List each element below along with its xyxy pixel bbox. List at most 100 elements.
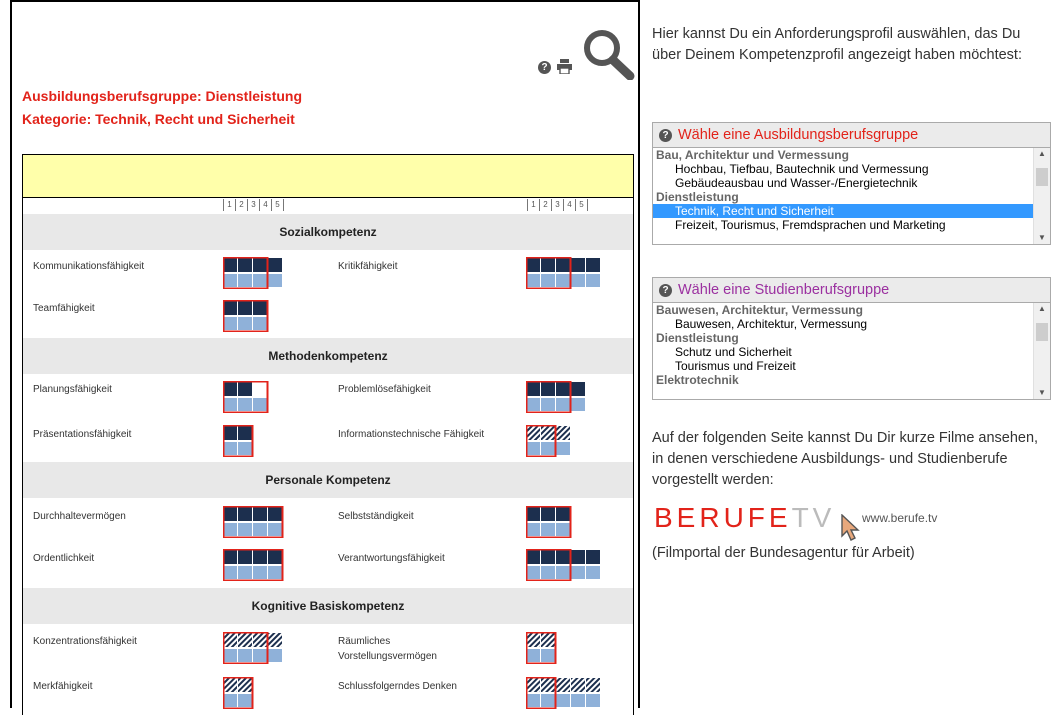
listbox-option[interactable]: Hochbau, Tiefbau, Bautechnik und Vermess…	[653, 162, 1050, 176]
competence-level-cell	[586, 550, 600, 564]
reference-level-cell	[541, 274, 555, 287]
berufe-tv-link[interactable]: www.berufe.tv	[862, 511, 937, 525]
competence-level-cell	[268, 550, 282, 564]
competence-level-cell	[253, 507, 267, 521]
scale-mark: 3	[247, 199, 259, 211]
reference-level-cell	[541, 649, 555, 662]
studium-listbox[interactable]: Bauwesen, Architektur, Vermessung Bauwese…	[653, 303, 1050, 399]
competence-bar	[223, 677, 254, 709]
competence-level-cell	[526, 507, 540, 521]
section-sozialkompetenz: Sozialkompetenz	[23, 214, 633, 250]
section-personale-kompetenz: Personale Kompetenz	[23, 462, 633, 498]
competence-level-cell	[571, 382, 585, 396]
reference-level-cell	[541, 398, 555, 411]
reference-level-cell	[238, 694, 252, 707]
cursor-icon	[841, 514, 860, 541]
reference-level-cell	[223, 649, 237, 662]
reference-level-cell	[253, 649, 267, 662]
print-icon[interactable]	[557, 59, 572, 74]
competence-level-cell	[541, 550, 555, 564]
search-icon[interactable]	[580, 28, 636, 80]
scale-mark: 3	[551, 199, 563, 211]
listbox-scrollbar[interactable]: ▲ ▼	[1033, 148, 1050, 244]
competence-level-cell	[526, 678, 540, 692]
competence-profile: 12345 12345 Sozialkompetenz Kommunikatio…	[22, 154, 634, 715]
listbox-group: Bau, Architektur und Vermessung	[656, 148, 849, 162]
help-icon[interactable]: ?	[659, 283, 672, 297]
competence-level-cell	[253, 633, 267, 647]
section-kognitive-basiskompetenz: Kognitive Basiskompetenz	[23, 588, 633, 624]
scale-mark: 5	[271, 199, 284, 211]
competence-level-cell	[268, 507, 282, 521]
competence-level-cell	[541, 426, 555, 440]
reference-level-cell	[238, 317, 252, 330]
ausbildung-listbox[interactable]: Bau, Architektur und Vermessung Hochbau, …	[653, 148, 1050, 244]
studium-select-header: ? Wähle eine Studienberufsgruppe	[653, 278, 1050, 303]
reference-level-cell	[238, 566, 252, 579]
competence-level-cell	[253, 550, 267, 564]
reference-level-cell	[541, 566, 555, 579]
competence-level-cell	[238, 426, 252, 440]
competence-label: Konzentrationsfähigkeit	[33, 636, 137, 647]
competence-level-cell	[556, 507, 570, 521]
competence-level-cell	[571, 678, 585, 692]
competence-level-cell	[526, 550, 540, 564]
ausbildung-select-box: ? Wähle eine Ausbildungsberufsgruppe Bau…	[652, 122, 1051, 245]
intro-text: Hier kannst Du ein Anforderungsprofil au…	[652, 26, 1022, 63]
ausbildung-select-header: ? Wähle eine Ausbildungsberufsgruppe	[653, 123, 1050, 148]
scroll-thumb[interactable]	[1036, 168, 1048, 186]
reference-level-cell	[556, 274, 570, 287]
competence-level-cell	[223, 426, 237, 440]
scale-mark: 4	[563, 199, 575, 211]
reference-level-cell	[556, 442, 570, 455]
competence-label: Präsentationsfähigkeit	[33, 429, 132, 440]
reference-level-cell	[253, 566, 267, 579]
listbox-group: Dienstleistung	[656, 331, 739, 345]
help-icon[interactable]: ?	[659, 128, 672, 142]
competence-level-cell	[238, 382, 252, 396]
competence-level-cell	[526, 426, 540, 440]
listbox-option[interactable]: Technik, Recht und Sicherheit	[653, 204, 1050, 218]
listbox-option[interactable]: Tourismus und Freizeit	[653, 359, 1050, 373]
competence-level-cell	[556, 550, 570, 564]
profile-header-bar	[23, 155, 633, 198]
help-icon[interactable]: ?	[538, 61, 551, 74]
reference-level-cell	[556, 694, 570, 707]
listbox-option[interactable]: Schutz und Sicherheit	[653, 345, 1050, 359]
competence-label: Verantwortungsfähigkeit	[338, 553, 445, 564]
competence-level-cell	[223, 550, 237, 564]
competence-bar	[526, 506, 572, 538]
listbox-option[interactable]: Gebäudeausbau und Wasser-/Energietechnik	[653, 176, 1050, 190]
reference-level-cell	[556, 523, 570, 536]
competence-level-cell	[223, 382, 237, 396]
competence-level-cell	[238, 258, 252, 272]
reference-level-cell	[223, 694, 237, 707]
berufe-tv-logo[interactable]: BERUFETV	[654, 502, 835, 534]
scroll-up-icon[interactable]: ▲	[1034, 303, 1050, 315]
competence-level-cell	[268, 258, 282, 272]
listbox-scrollbar[interactable]: ▲ ▼	[1033, 303, 1050, 399]
reference-level-cell	[526, 442, 540, 455]
scroll-down-icon[interactable]: ▼	[1034, 387, 1050, 399]
scale-mark: 5	[575, 199, 588, 211]
competence-level-cell	[526, 382, 540, 396]
competence-level-cell	[556, 678, 570, 692]
reference-level-cell	[526, 523, 540, 536]
competence-level-cell	[238, 550, 252, 564]
competence-level-cell	[556, 258, 570, 272]
reference-level-cell	[586, 566, 600, 579]
competence-bar	[526, 257, 600, 289]
competence-level-cell	[223, 301, 237, 315]
competence-label: Merkfähigkeit	[33, 681, 93, 692]
competence-bar	[526, 549, 600, 581]
competence-bar	[526, 425, 570, 457]
scroll-thumb[interactable]	[1036, 323, 1048, 341]
scroll-up-icon[interactable]: ▲	[1034, 148, 1050, 160]
listbox-option[interactable]: Freizeit, Tourismus, Fremdsprachen und M…	[653, 218, 1050, 232]
reference-level-cell	[238, 649, 252, 662]
competence-level-cell	[586, 678, 600, 692]
competence-bar	[223, 425, 254, 457]
listbox-option[interactable]: Bauwesen, Architektur, Vermessung	[653, 317, 1050, 331]
scroll-down-icon[interactable]: ▼	[1034, 232, 1050, 244]
competence-bar	[526, 677, 600, 709]
